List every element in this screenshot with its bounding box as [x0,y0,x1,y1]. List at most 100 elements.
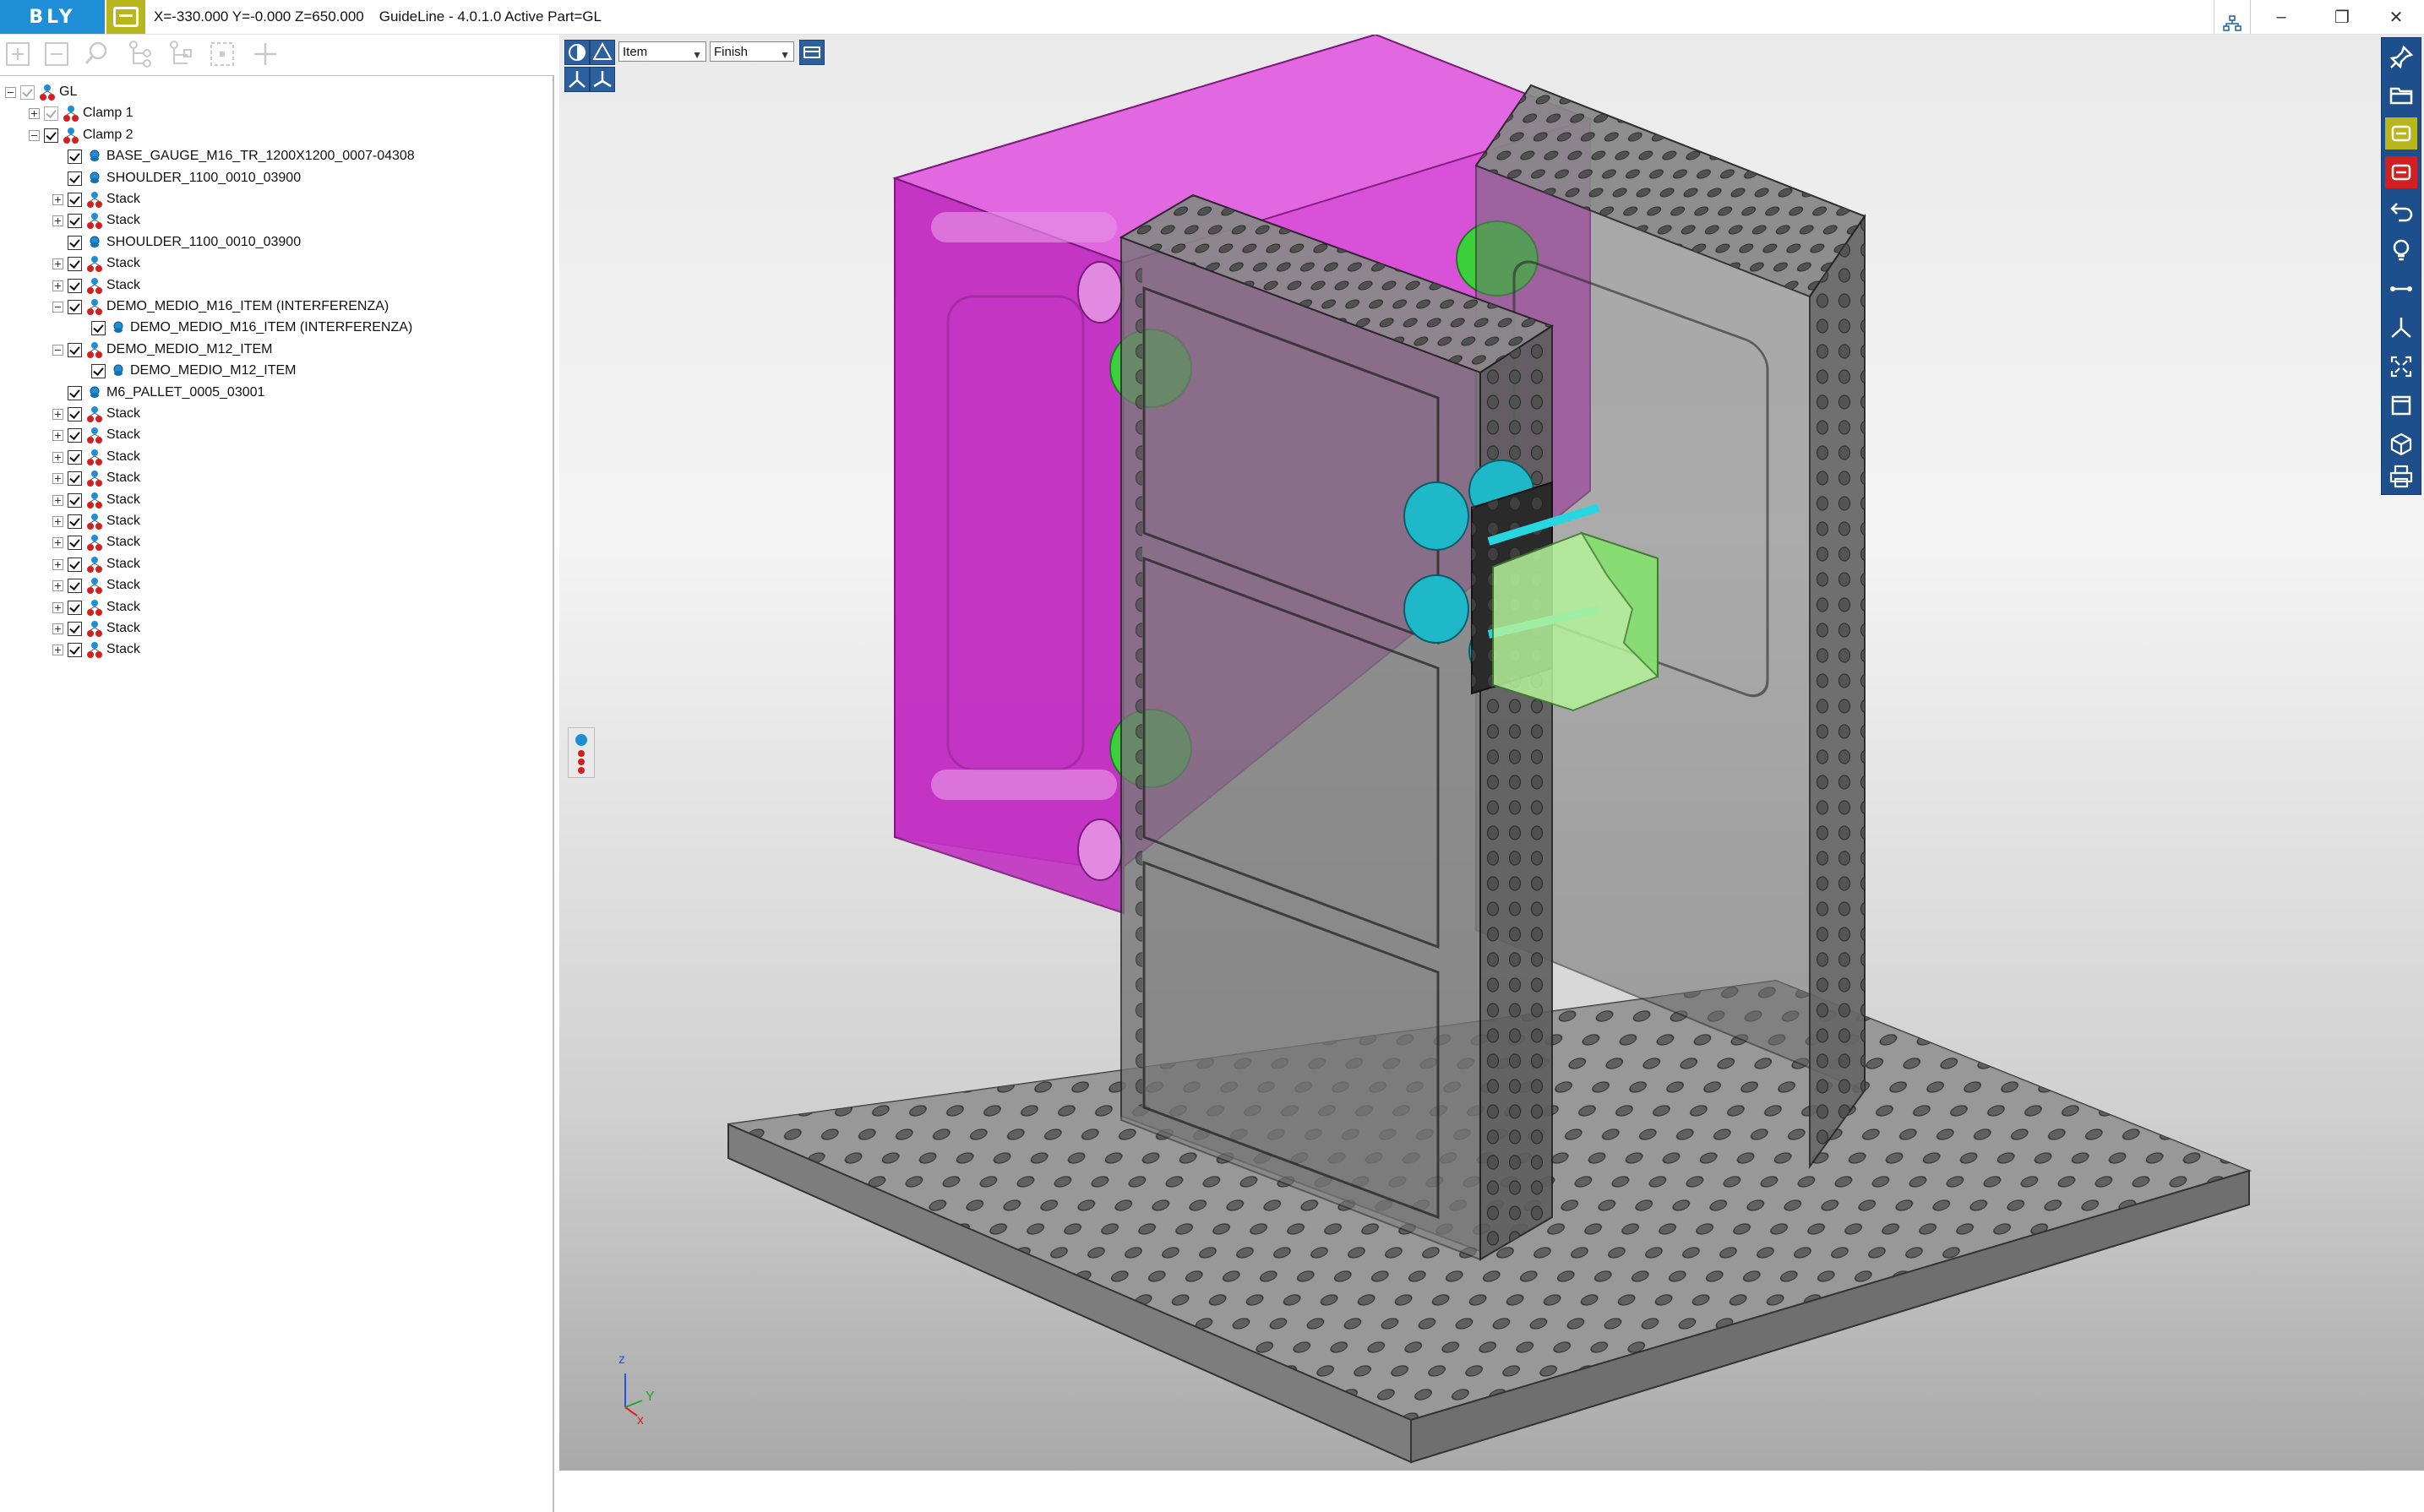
expand-icon[interactable] [29,108,40,120]
filter-select[interactable]: Item ▼ [618,41,706,62]
expand-icon[interactable] [52,409,63,420]
visibility-checkbox[interactable] [68,579,82,594]
tree-structure-icon[interactable] [125,40,155,68]
expand-icon[interactable] [52,558,63,570]
expand-icon[interactable] [52,516,63,527]
visibility-checkbox[interactable] [68,622,82,636]
visibility-checkbox[interactable] [20,85,35,100]
visibility-checkbox[interactable] [68,557,82,572]
tree-item[interactable]: Stack [0,447,549,468]
visibility-checkbox[interactable] [68,214,82,229]
guideline-icon[interactable] [106,0,145,34]
tree-item[interactable]: Stack [0,618,549,639]
collapse-icon[interactable] [29,129,40,141]
tree-item[interactable]: Stack [0,275,549,296]
expand-icon[interactable] [52,473,63,485]
expand-icon[interactable] [52,215,63,227]
open-folder-icon[interactable] [2385,79,2417,111]
structure-icon[interactable] [2214,0,2251,34]
visibility-checkbox[interactable] [68,193,82,207]
tree-item[interactable]: Stack [0,597,549,618]
tree-item[interactable]: Stack [0,189,549,210]
collapse-all-icon[interactable] [42,40,73,68]
transparency-icon[interactable] [590,40,615,65]
expand-icon[interactable] [52,601,63,613]
visibility-checkbox[interactable] [68,385,82,400]
tree-item[interactable]: SHOULDER_1100_0010_03900 [0,168,549,189]
visibility-checkbox[interactable] [68,600,82,615]
tree-item[interactable]: Stack [0,210,549,231]
fit-all-icon[interactable] [2385,351,2417,383]
expand-icon[interactable] [52,623,63,634]
visibility-checkbox[interactable] [68,492,82,508]
tree-item[interactable]: Stack [0,511,549,532]
tree-item[interactable]: DEMO_MEDIO_M12_ITEM [0,340,549,361]
close-button[interactable]: ✕ [2366,0,2424,34]
visibility-checkbox[interactable] [68,449,82,465]
visibility-checkbox[interactable] [68,407,82,422]
visibility-checkbox[interactable] [91,321,106,336]
visibility-checkbox[interactable] [68,257,82,272]
minimize-button[interactable]: – [2251,0,2312,34]
window-view-icon[interactable] [2385,389,2417,422]
visibility-checkbox[interactable] [68,235,82,250]
tree-item[interactable]: DEMO_MEDIO_M16_ITEM (INTERFERENZA) [0,296,549,318]
tree-item[interactable]: Stack [0,425,549,446]
visibility-checkbox[interactable] [68,428,82,443]
visibility-checkbox[interactable] [68,643,82,658]
select-area-icon[interactable] [208,40,238,68]
expand-icon[interactable] [52,258,63,270]
lightbulb-icon[interactable] [2385,234,2417,266]
visibility-checkbox[interactable] [68,300,82,314]
visibility-checkbox[interactable] [68,536,82,551]
collapse-icon[interactable] [5,87,16,98]
pin-icon[interactable] [2385,41,2417,73]
expand-icon[interactable] [52,280,63,291]
cube-view-icon[interactable] [2385,428,2417,460]
tree-item[interactable]: M6_PALLET_0005_03001 [0,383,549,404]
visibility-checkbox[interactable] [68,471,82,487]
visibility-checkbox[interactable] [68,514,82,529]
tree-item[interactable]: Clamp 1 [0,103,549,124]
visibility-checkbox[interactable] [68,342,82,357]
3d-viewport[interactable]: Item ▼ Finish ▼ z Y x [559,35,2424,1471]
undo-icon[interactable] [2385,195,2417,227]
add-icon[interactable] [250,40,281,68]
tree-item[interactable]: Stack [0,532,549,553]
expand-icon[interactable] [52,537,63,549]
expand-icon[interactable] [52,494,63,506]
tree-item[interactable]: Stack [0,490,549,511]
print-icon[interactable] [2385,460,2417,492]
expand-icon[interactable] [52,451,63,463]
collapse-icon[interactable] [52,302,63,313]
visibility-checkbox[interactable] [91,364,106,379]
mode-select[interactable]: Finish ▼ [710,41,794,62]
axis-system-icon[interactable] [2385,312,2417,344]
expand-all-icon[interactable] [3,40,34,68]
visibility-checkbox[interactable] [44,106,58,122]
expand-icon[interactable] [52,194,63,205]
tree-item[interactable]: Stack [0,468,549,489]
layer-widget[interactable] [568,727,595,778]
tree-item[interactable]: Clamp 2 [0,125,549,146]
guideline-icon[interactable] [2385,117,2417,150]
tree-item[interactable]: Stack [0,639,549,661]
expand-icon[interactable] [52,430,63,442]
axis-view-icon[interactable] [590,67,615,92]
maximize-button[interactable]: ❐ [2312,0,2372,34]
visibility-checkbox[interactable] [44,128,58,143]
tree-item[interactable]: Stack [0,404,549,425]
tree-item[interactable]: DEMO_MEDIO_M16_ITEM (INTERFERENZA) [0,318,549,339]
tree-item[interactable]: Stack [0,554,549,575]
tree-item[interactable]: BASE_GAUGE_M16_TR_1200X1200_0007-04308 [0,146,549,167]
tree-item[interactable]: SHOULDER_1100_0010_03900 [0,232,549,253]
visibility-checkbox[interactable] [68,278,82,293]
collapse-icon[interactable] [52,344,63,356]
tree-item[interactable]: Stack [0,575,549,596]
view-settings-icon[interactable] [799,40,825,65]
expand-icon[interactable] [52,645,63,656]
visibility-checkbox[interactable] [68,171,82,186]
brand-b-icon[interactable] [2385,156,2417,188]
tree-filter-icon[interactable] [166,40,196,68]
3d-scene[interactable] [559,35,2424,1471]
